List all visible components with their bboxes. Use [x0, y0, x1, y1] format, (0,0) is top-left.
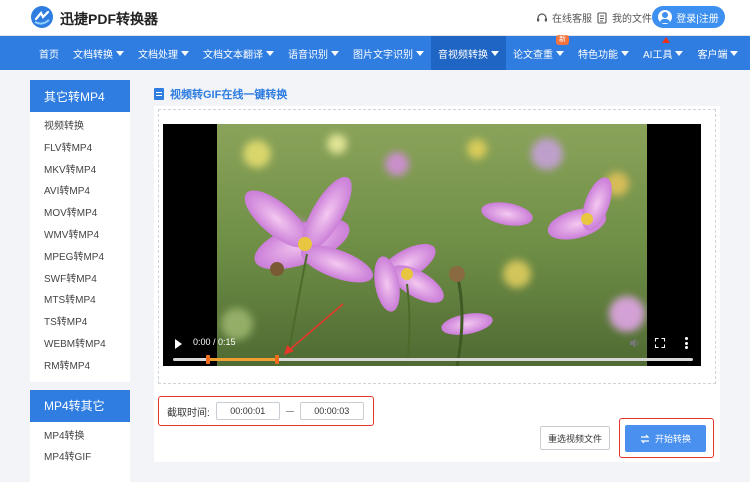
- login-register-label: 登录|注册: [676, 13, 719, 25]
- range-dash: [285, 410, 294, 412]
- play-icon[interactable]: [175, 339, 182, 349]
- nav-item-speech-recognition[interactable]: 语音识别: [281, 36, 346, 70]
- online-support-label: 在线客服: [552, 14, 592, 25]
- caret-down-icon: [181, 50, 189, 56]
- nav-label: 文档文本翻译: [203, 49, 263, 61]
- page-title: 视频转GIF在线一键转换: [154, 86, 287, 102]
- nav-item-ai-tools[interactable]: AI工具: [636, 36, 690, 70]
- caret-down-icon: [266, 50, 274, 56]
- nav-item-doc-process[interactable]: 文档处理: [131, 36, 196, 70]
- video-seek-bar[interactable]: [173, 355, 693, 364]
- document-icon: [597, 11, 607, 24]
- top-bar: 迅捷PDF转换器 在线客服 我的文件 登录|注册: [0, 0, 750, 36]
- caret-down-icon: [675, 50, 684, 56]
- nav-item-paper-check[interactable]: 论文查重新: [506, 35, 571, 70]
- nav-label: 图片文字识别: [353, 49, 413, 61]
- sidebar-list: 视频转换 FLV转MP4 MKV转MP4 AVI转MP4 MOV转MP4 WMV转MP4 M…: [30, 112, 130, 382]
- caret-down-icon: [491, 50, 499, 56]
- nav-item-client[interactable]: 客户端: [690, 36, 745, 70]
- brand-name[interactable]: 迅捷PDF转换器: [60, 9, 158, 29]
- page-title-text: 视频转GIF在线一键转换: [170, 89, 288, 101]
- new-badge: 新: [556, 35, 569, 45]
- nav-item-special-features[interactable]: 特色功能: [571, 36, 636, 70]
- sidebar-item[interactable]: MP4转GIF: [30, 447, 130, 469]
- clip-time-label: 截取时间:: [167, 407, 210, 419]
- nav-label: 文档处理: [138, 49, 178, 61]
- login-register-button[interactable]: 登录|注册: [652, 6, 725, 28]
- my-files-label: 我的文件: [612, 14, 652, 25]
- sidebar-item[interactable]: MP4转换: [30, 426, 130, 448]
- sidebar-item[interactable]: 视频转换: [30, 116, 130, 138]
- sidebar-section-title: 其它转MP4: [30, 80, 130, 112]
- nav-label: 文档转换: [73, 49, 113, 61]
- sidebar-list: MP4转换 MP4转GIF: [30, 421, 130, 482]
- volume-icon[interactable]: [629, 337, 641, 349]
- nav-label: 客户端: [697, 49, 728, 61]
- nav-label: AI工具: [643, 49, 673, 61]
- caret-down-icon: [730, 50, 739, 56]
- sidebar-item[interactable]: SWF转MP4: [30, 269, 130, 291]
- nav-item-doc-translate[interactable]: 文档文本翻译: [196, 36, 281, 70]
- nav-label: 论文查重: [513, 49, 553, 61]
- sidebar-item[interactable]: MPEG转MP4: [30, 247, 130, 269]
- video-controls: 0:00 / 0:15: [163, 329, 701, 366]
- nav-label: 语音识别: [288, 49, 328, 61]
- sidebar-item[interactable]: WEBM转MP4: [30, 334, 130, 356]
- caret-down-icon: [331, 50, 339, 56]
- caret-down-icon: [556, 50, 564, 56]
- avatar-icon: [658, 10, 673, 24]
- caret-down-icon: [416, 50, 424, 56]
- reselect-video-button[interactable]: 重选视频文件: [540, 426, 610, 450]
- sidebar: 其它转MP4 视频转换 FLV转MP4 MKV转MP4 AVI转MP4 MOV转MP4 W…: [30, 80, 130, 482]
- sidebar-section-title: MP4转其它: [30, 389, 130, 422]
- convert-arrows-icon: [640, 434, 650, 443]
- sidebar-item[interactable]: RM转MP4: [30, 356, 130, 378]
- clip-end-input[interactable]: [299, 402, 364, 420]
- video-player[interactable]: 0:00 / 0:15: [163, 124, 701, 366]
- hot-arrow-icon: [662, 37, 670, 43]
- main-nav: 首页 文档转换 文档处理 文档文本翻译 语音识别 图片文字识别 音视频转换 论文…: [0, 35, 750, 70]
- nav-item-image-ocr[interactable]: 图片文字识别: [346, 36, 431, 70]
- nav-label: 特色功能: [578, 49, 618, 61]
- nav-item-doc-convert[interactable]: 文档转换: [66, 36, 131, 70]
- upload-area[interactable]: 0:00 / 0:15: [158, 109, 716, 384]
- converter-panel: 0:00 / 0:15 截取时间: 重选视频文件 开始转换: [154, 106, 720, 462]
- sidebar-item[interactable]: TS转MP4: [30, 312, 130, 334]
- nav-label: 首页: [39, 49, 59, 61]
- caret-down-icon: [116, 50, 124, 56]
- sidebar-item[interactable]: WMV转MP4: [30, 225, 130, 247]
- clip-end-handle[interactable]: [275, 355, 279, 364]
- document-icon: [154, 88, 164, 100]
- start-convert-label: 开始转换: [654, 434, 691, 444]
- app-logo-icon[interactable]: [30, 5, 54, 29]
- online-support-link[interactable]: 在线客服: [536, 10, 592, 25]
- sidebar-item[interactable]: MTS转MP4: [30, 290, 130, 312]
- more-options-icon[interactable]: [685, 337, 688, 349]
- clip-start-input[interactable]: [215, 402, 280, 420]
- nav-item-av-convert[interactable]: 音视频转换: [431, 36, 506, 70]
- sidebar-item[interactable]: FLV转MP4: [30, 138, 130, 160]
- sidebar-item[interactable]: AVI转MP4: [30, 181, 130, 203]
- start-convert-button[interactable]: 开始转换: [625, 425, 706, 452]
- my-files-link[interactable]: 我的文件: [596, 10, 652, 25]
- caret-down-icon: [621, 50, 629, 56]
- video-time: 0:00 / 0:15: [193, 337, 236, 347]
- fullscreen-icon[interactable]: [655, 338, 665, 348]
- clip-time-group: 截取时间:: [158, 396, 374, 426]
- nav-item-home[interactable]: 首页: [32, 36, 66, 70]
- clip-range-fill: [207, 358, 277, 361]
- nav-label: 音视频转换: [438, 49, 488, 61]
- clip-start-handle[interactable]: [205, 355, 210, 364]
- headset-icon: [537, 12, 547, 21]
- sidebar-item[interactable]: MOV转MP4: [30, 203, 130, 225]
- sidebar-item[interactable]: MKV转MP4: [30, 160, 130, 182]
